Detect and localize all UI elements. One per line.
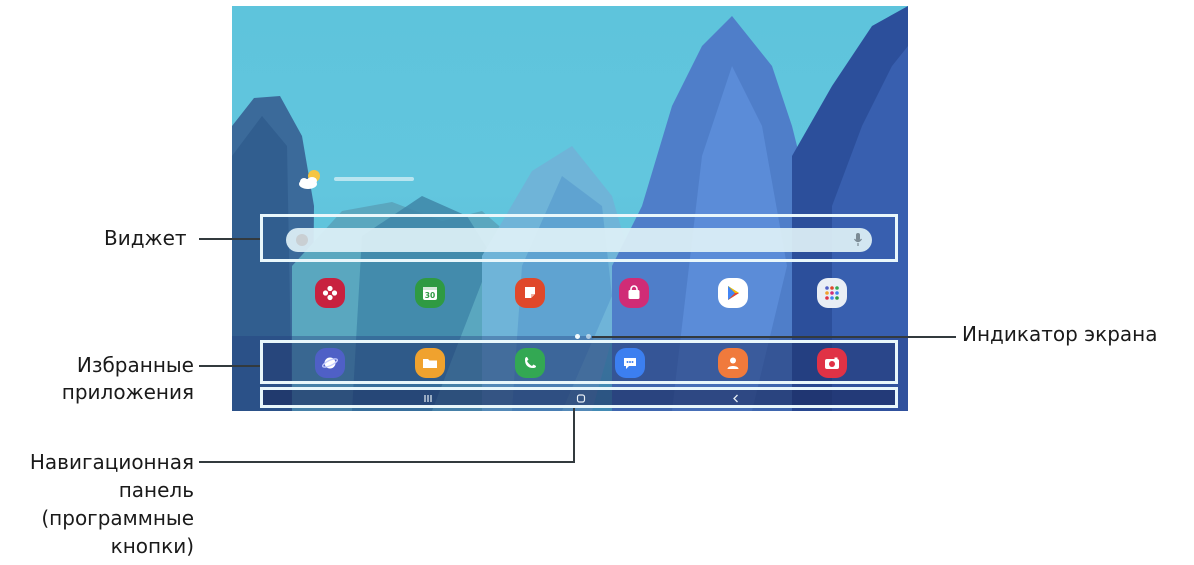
home-icon[interactable] (573, 391, 589, 405)
back-icon[interactable] (728, 391, 744, 405)
camera-icon[interactable] (817, 348, 847, 378)
favorites-leader-line (199, 365, 260, 367)
nav-leader-vertical (573, 408, 575, 463)
contact-icon[interactable] (718, 348, 748, 378)
favorites-label-line2: приложения (61, 380, 194, 404)
app-folder-icon[interactable] (817, 278, 847, 308)
notes-icon[interactable] (515, 278, 545, 308)
page-indicator-dot[interactable] (586, 334, 591, 339)
shopping-bag-icon[interactable] (619, 278, 649, 308)
weather-icon (299, 170, 320, 189)
phone-icon[interactable] (515, 348, 545, 378)
nav-label-line1: Навигационная (29, 450, 194, 474)
screen-indicator-leader-line (592, 336, 956, 338)
nav-leader-horizontal (199, 461, 575, 463)
folder-icon[interactable] (415, 348, 445, 378)
screen-indicator-label: Индикатор экрана (962, 322, 1158, 346)
favorites-label-line1: Избранные (76, 353, 194, 377)
weather-widget[interactable] (298, 166, 438, 194)
page-indicator-dot[interactable] (575, 334, 580, 339)
microphone-icon[interactable] (853, 232, 863, 248)
widget-label: Виджет (104, 226, 187, 250)
calendar-icon[interactable]: 30 (415, 278, 445, 308)
recents-icon[interactable] (420, 391, 436, 405)
widget-leader-line (199, 238, 260, 240)
nav-label-line3: (программные (41, 506, 194, 530)
search-widget[interactable] (286, 228, 872, 252)
google-icon (296, 234, 308, 246)
nav-label-line2: панель (118, 478, 194, 502)
planet-icon[interactable] (315, 348, 345, 378)
weather-text-placeholder (334, 177, 414, 181)
message-icon[interactable] (615, 348, 645, 378)
calendar-date: 30 (425, 291, 435, 300)
nav-label-line4: кнопки) (110, 534, 194, 558)
play-store-icon[interactable] (718, 278, 748, 308)
flower-icon[interactable] (315, 278, 345, 308)
favorite-apps-bar (260, 340, 898, 384)
